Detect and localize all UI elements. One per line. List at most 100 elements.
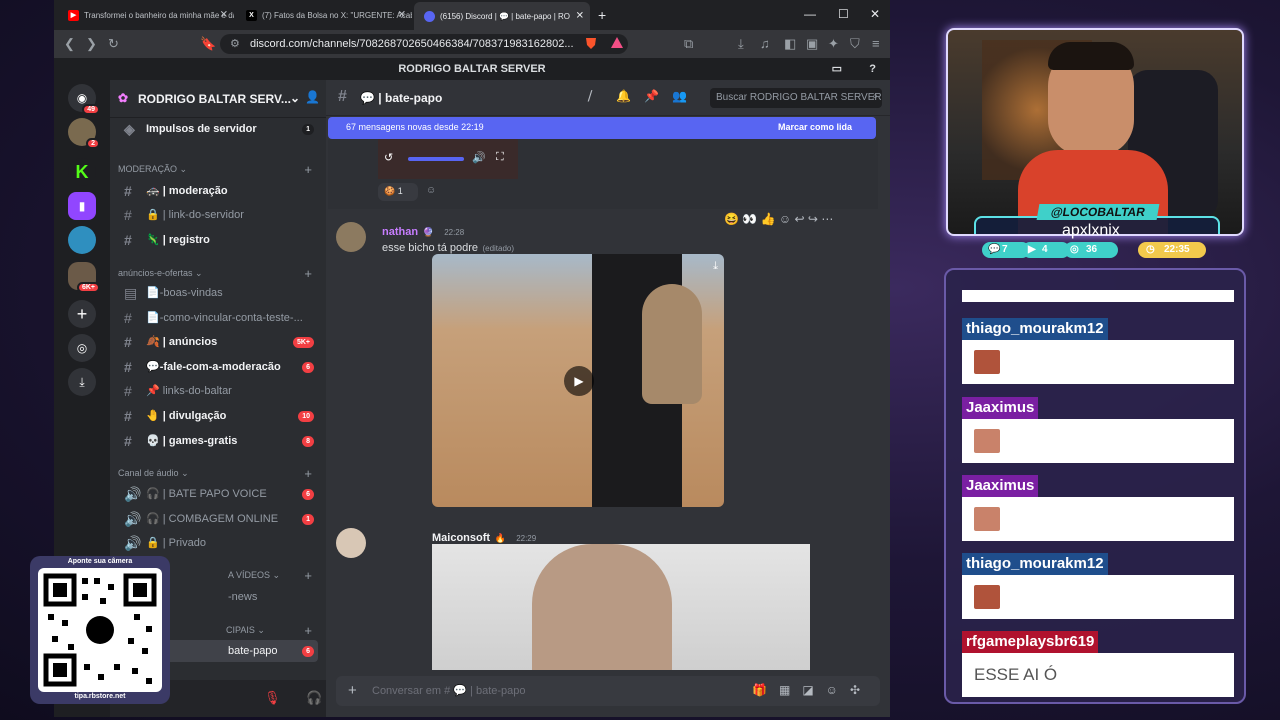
forward-icon[interactable]: ↪ — [808, 212, 818, 226]
message-author[interactable]: Maiconsoft — [432, 532, 490, 544]
channel-link-do-servidor[interactable]: # 🔒 | link-do-servidor — [118, 204, 318, 226]
close-icon[interactable]: ✕ — [576, 11, 584, 22]
pin-icon[interactable]: 📌 — [644, 89, 659, 103]
bell-icon[interactable]: 🔔 — [616, 89, 631, 103]
category-anuncios[interactable]: anúncios-e-ofertas ⌄ + — [118, 266, 318, 281]
brave-icon[interactable] — [584, 36, 598, 53]
muted-mic-icon[interactable]: 🎙 — [264, 690, 281, 706]
channel-moderacao[interactable]: # 🚓 | moderação — [118, 180, 318, 202]
invite-people-icon[interactable]: 👤 — [305, 90, 320, 104]
server-header[interactable]: ✿ RODRIGO BALTAR SERV... ⌄ 👤 — [110, 80, 326, 118]
voice-channel-combagem[interactable]: 🔊 🎧 | COMBAGEM ONLINE 1 — [118, 508, 318, 530]
voice-channel-privado[interactable]: 🔊 🔒 | Privado — [118, 532, 318, 554]
wallet-icon[interactable]: ▣ — [806, 36, 818, 52]
mark-as-read-button[interactable]: Marcar como lida — [778, 122, 852, 132]
close-window-icon[interactable]: ✕ — [870, 7, 880, 21]
ai-icon[interactable]: ✦ — [828, 36, 839, 52]
category-moderacao[interactable]: MODERAÇÃO ⌄ + — [118, 162, 318, 177]
maximize-icon[interactable]: ☐ — [838, 7, 849, 21]
search-input[interactable]: Buscar RODRIGO BALTAR SERVER ⌕ — [710, 88, 882, 108]
channel-como-vincular[interactable]: # 📄-como-vincular-conta-teste-... — [118, 307, 318, 329]
back-icon[interactable]: ❮ — [64, 36, 75, 52]
direct-messages-icon[interactable]: ◉ 49 — [68, 84, 100, 115]
menu-icon[interactable]: ≡ — [872, 36, 880, 51]
volume-icon[interactable]: 🔊 — [472, 151, 486, 164]
play-icon[interactable]: ▶ — [564, 366, 594, 396]
url-input[interactable]: ⚙ discord.com/channels/70826870265046638… — [220, 34, 628, 54]
browser-tab-youtube[interactable]: ▶ Transformei o banheiro da minha mãe e … — [58, 4, 234, 26]
video-attachment[interactable]: ▶ ⤓ — [432, 254, 724, 507]
member-list-icon[interactable]: 👥 — [672, 89, 687, 103]
create-channel-icon[interactable]: + — [304, 623, 312, 638]
download-icon[interactable]: ⤓ — [713, 260, 718, 273]
server-avatar[interactable]: 2 — [68, 118, 100, 149]
avatar[interactable] — [336, 222, 366, 252]
avatar[interactable] — [336, 528, 366, 558]
bookmark-icon[interactable]: 🔖 — [200, 36, 216, 52]
video-attachment[interactable] — [432, 544, 810, 670]
active-server-avatar[interactable]: 6K+ — [68, 262, 100, 293]
inbox-icon[interactable]: ▭ — [832, 58, 842, 80]
webcam-frame: @LOCOBALTAR — [946, 28, 1244, 236]
reaction-chip[interactable]: 🍪 1 — [378, 183, 418, 201]
apps-icon[interactable]: ✣ — [850, 683, 872, 697]
threads-icon[interactable]: ⧸ — [588, 89, 592, 104]
create-channel-icon[interactable]: + — [304, 466, 312, 481]
create-channel-icon[interactable]: + — [304, 162, 312, 177]
channel-boas-vindas[interactable]: ▤ 📄-boas-vindas — [118, 282, 318, 304]
replay-icon[interactable]: ↺ — [384, 151, 393, 164]
message-author[interactable]: nathan — [382, 226, 418, 238]
gif-icon[interactable]: ▦ — [779, 683, 802, 697]
message-composer[interactable]: + Conversar em # 💬 | bate-papo 🎁▦◪☺✣ — [336, 676, 880, 706]
new-messages-bar[interactable]: 67 mensagens novas desde 22:19 Marcar co… — [328, 117, 876, 139]
channel-registro[interactable]: # 🦎 | registro — [118, 229, 318, 251]
download-icon[interactable]: ⤓ — [738, 36, 744, 52]
browser-tab-x[interactable]: X (7) Fatos da Bolsa no X: "URGENTE: Aca… — [236, 4, 412, 26]
sticker-icon[interactable]: ◪ — [802, 683, 825, 697]
headphones-icon[interactable]: 🎧 — [306, 690, 322, 706]
channel-fale-com-a-moderacao[interactable]: # 💬-fale-com-a-moderacão 6 — [118, 356, 318, 378]
mention-badge: 6 — [302, 646, 314, 657]
laugh-reaction-icon[interactable]: 😆 — [724, 212, 739, 226]
channel-links-do-baltar[interactable]: # 📌 links-do-baltar — [118, 380, 318, 402]
channel-divulgacao[interactable]: # 🤚 | divulgação 10 — [118, 405, 318, 427]
more-icon[interactable]: ⋯ — [821, 212, 833, 226]
video-progress[interactable] — [408, 157, 464, 161]
server-avatar[interactable] — [68, 226, 96, 254]
rewards-icon[interactable] — [610, 36, 624, 53]
eyes-reaction-icon[interactable]: 👀 — [742, 212, 757, 226]
minimize-icon[interactable]: — — [804, 7, 816, 21]
sidebar-icon[interactable]: ◧ — [784, 36, 796, 52]
category-audio[interactable]: Canal de áudio ⌄ + — [118, 466, 318, 481]
download-apps-icon[interactable]: ⤓ — [68, 368, 96, 396]
extensions-icon[interactable]: ⧉ — [684, 36, 693, 52]
add-reaction-icon[interactable]: ☺ — [779, 212, 791, 226]
emoji-icon[interactable]: ☺ — [826, 683, 850, 697]
kick-server-icon[interactable]: K — [68, 158, 96, 186]
shield-icon[interactable]: ⛉ — [850, 36, 860, 52]
close-icon[interactable]: ✕ — [220, 10, 228, 21]
media-icon[interactable]: ♫ — [760, 36, 770, 51]
forward-icon[interactable]: ❯ — [86, 36, 97, 52]
add-server-icon[interactable]: + — [68, 300, 96, 328]
site-info-icon[interactable]: ⚙ — [230, 34, 240, 54]
reload-icon[interactable]: ↻ — [108, 36, 119, 52]
create-channel-icon[interactable]: + — [304, 568, 312, 583]
add-reaction-icon[interactable]: ☺ — [426, 185, 436, 196]
gift-icon[interactable]: 🎁 — [752, 683, 779, 697]
twitch-server-icon[interactable]: ▮ — [68, 192, 96, 220]
channel-anuncios[interactable]: # 🍂 | anúncios 5K+ — [118, 331, 318, 353]
thumbs-up-reaction-icon[interactable]: 👍 — [761, 212, 776, 226]
explore-icon[interactable]: ◎ — [68, 334, 96, 362]
voice-channel-bate-papo[interactable]: 🔊 🎧 | BATE PAPO VOICE 6 — [118, 483, 318, 505]
server-boost-item[interactable]: ◈ Impulsos de servidor 1 — [118, 118, 318, 140]
new-tab-button[interactable]: + — [598, 7, 606, 23]
browser-tab-discord[interactable]: (6156) Discord | 💬 | bate-papo | RO ✕ — [414, 2, 590, 30]
reply-icon[interactable]: ↩ — [795, 212, 805, 226]
close-icon[interactable]: ✕ — [398, 10, 406, 21]
attach-plus-icon[interactable]: + — [348, 682, 357, 699]
fullscreen-icon[interactable]: ⛶ — [496, 151, 504, 164]
channel-games-gratis[interactable]: # 💀 | games-gratis 8 — [118, 430, 318, 452]
help-icon[interactable]: ? — [869, 58, 876, 80]
create-channel-icon[interactable]: + — [304, 266, 312, 281]
